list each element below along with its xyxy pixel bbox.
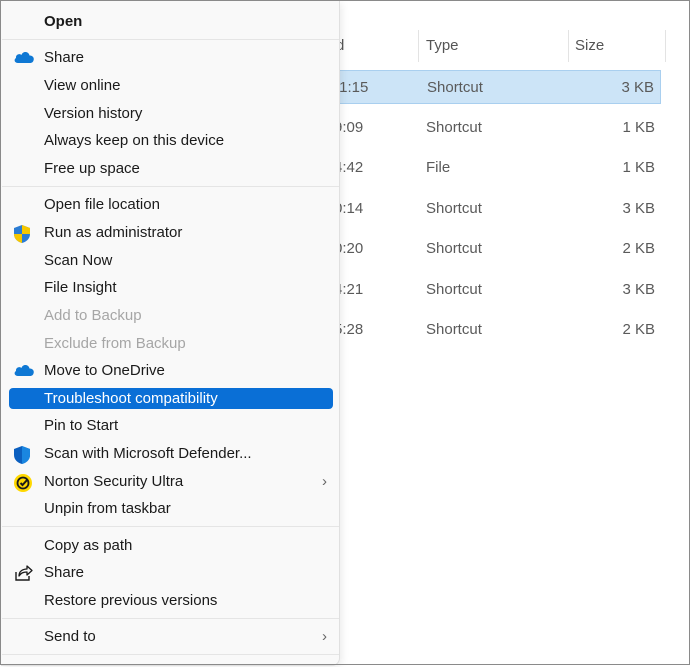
window-border xyxy=(0,0,690,665)
